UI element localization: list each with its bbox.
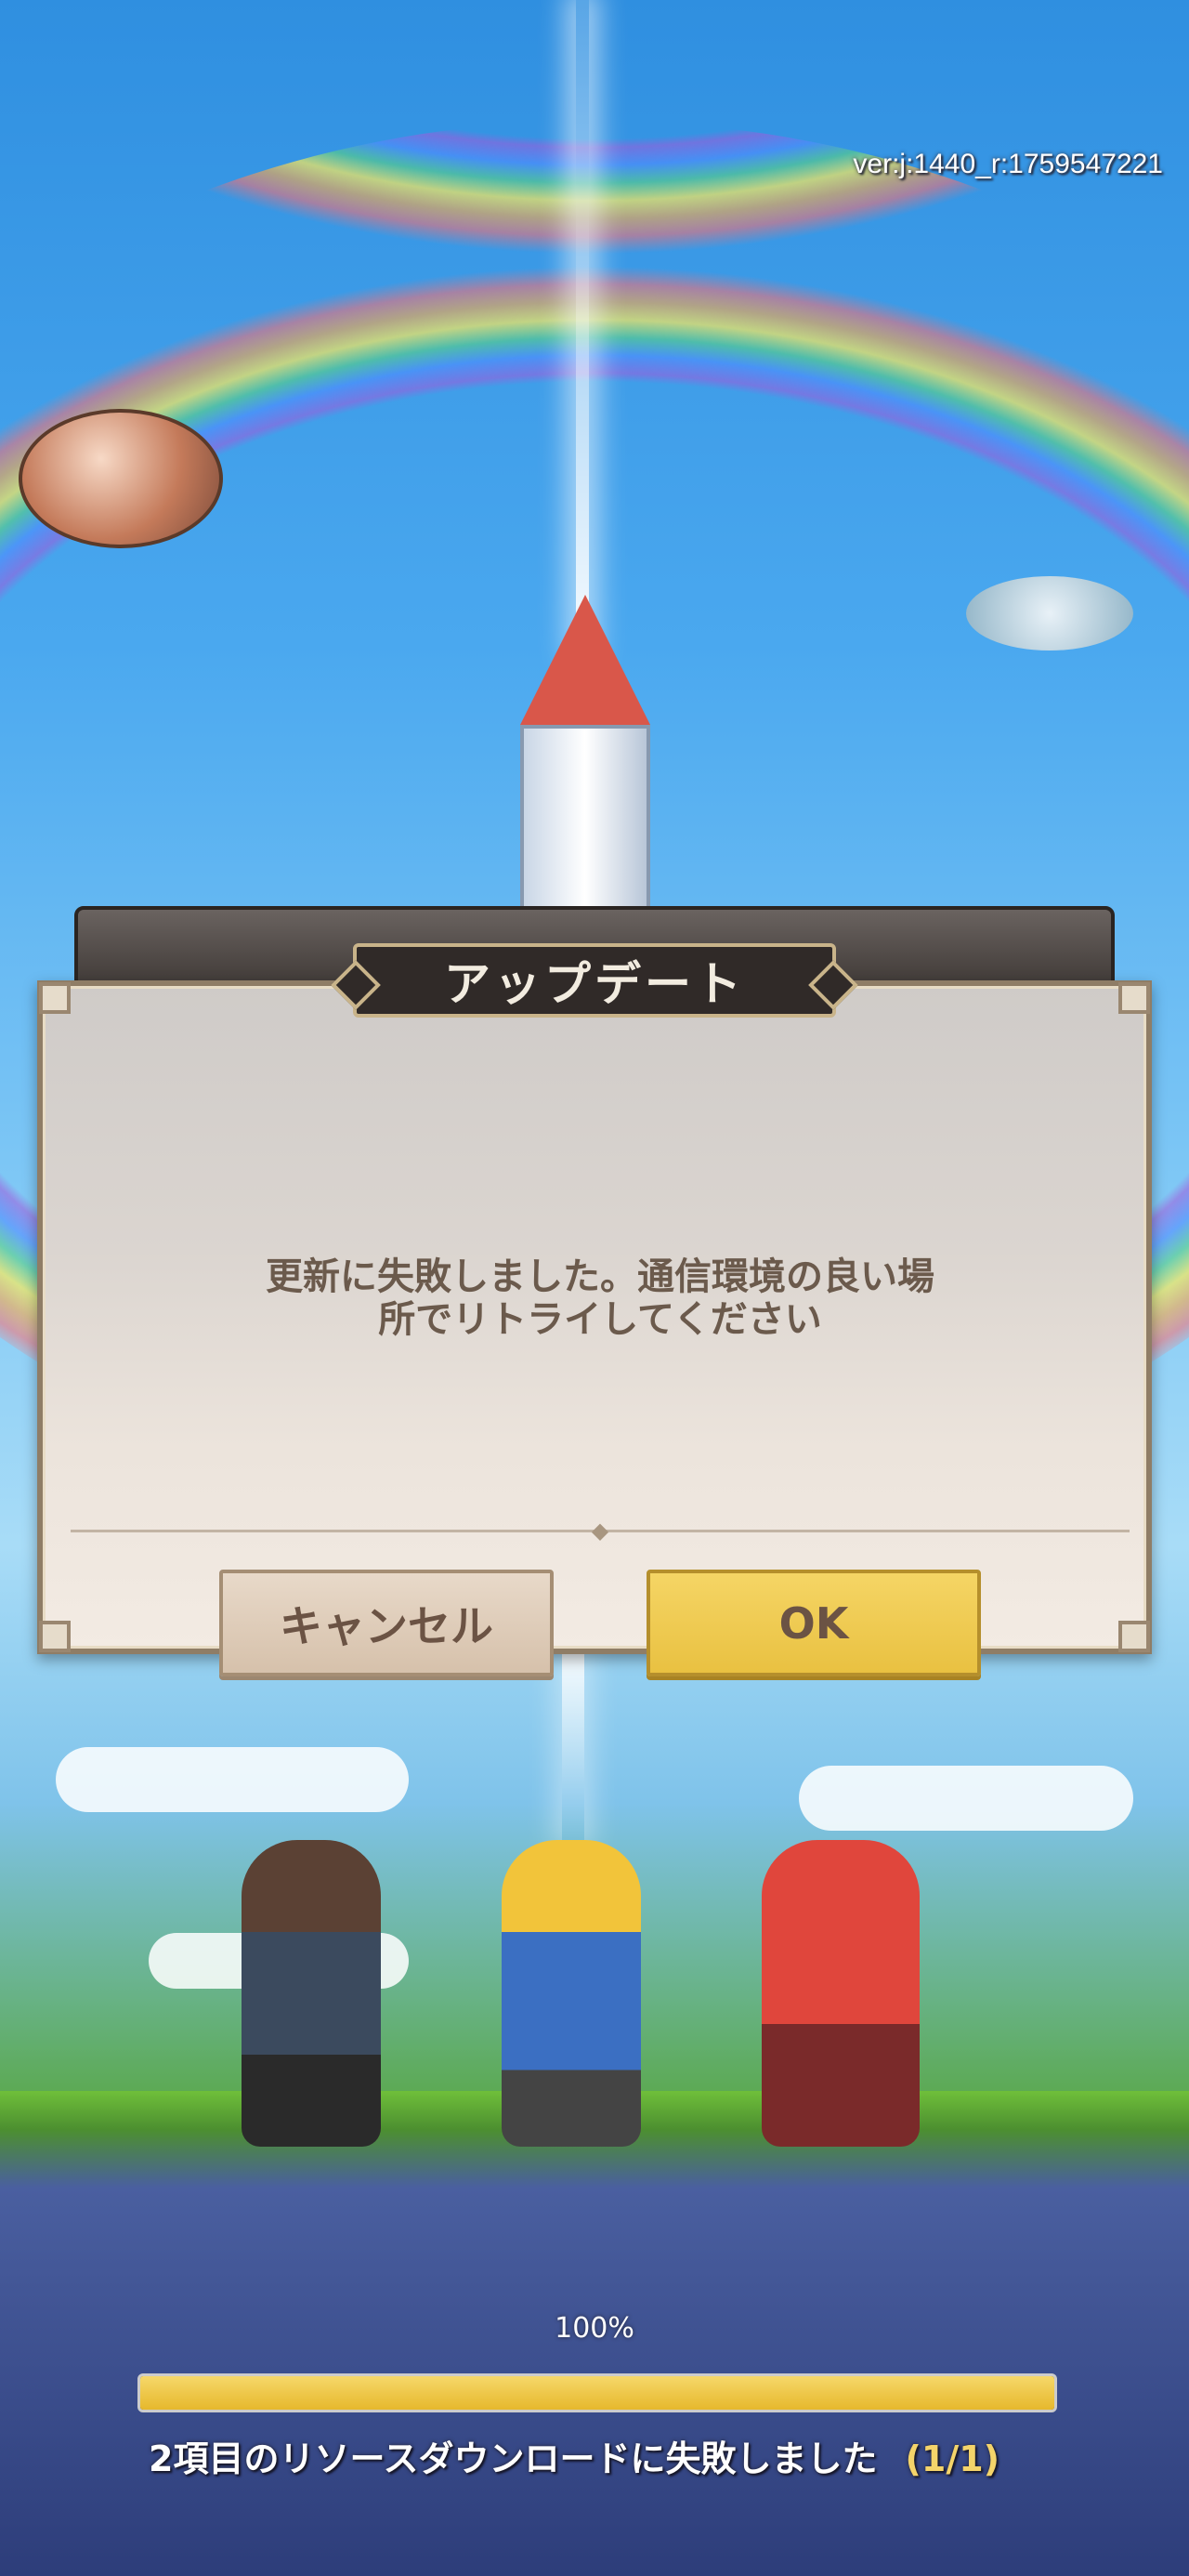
corner-ornament [39, 1621, 71, 1652]
light-beam [576, 0, 589, 651]
download-count: (1/1) [905, 2438, 1000, 2479]
progress-percent: 100% [555, 2312, 634, 2345]
version-label: ver:j:1440_r:1759547221 [853, 149, 1163, 179]
hero-swordsman [242, 1840, 381, 2147]
download-status: 2項目のリソースダウンロードに失敗しました (1/1) [149, 2430, 1000, 2481]
hero-knight [502, 1840, 641, 2147]
cloud [799, 1766, 1133, 1831]
update-dialog: 更新に失敗しました。通信環境の良い場 所でリトライしてください ◆ キャンセル … [37, 906, 1152, 1677]
progress-fill [140, 2376, 1054, 2410]
tower-body [520, 725, 650, 911]
castle-tower [492, 595, 678, 911]
dialog-message: 更新に失敗しました。通信環境の良い場 所でリトライしてください [117, 1255, 1083, 1341]
cloud [56, 1747, 409, 1812]
airship [19, 409, 223, 548]
download-status-text: 2項目のリソースダウンロードに失敗しました [149, 2438, 878, 2479]
floating-island [966, 576, 1133, 651]
corner-ornament [39, 982, 71, 1014]
hero-red-girl [762, 1840, 920, 2147]
tower-roof [520, 595, 650, 725]
dialog-title: アップデート [444, 957, 745, 1011]
corner-ornament [1118, 1621, 1150, 1652]
dialog-message-line2: 所でリトライしてください [378, 1298, 822, 1341]
dialog-body: 更新に失敗しました。通信環境の良い場 所でリトライしてください ◆ キャンセル … [37, 980, 1152, 1676]
corner-ornament [1118, 982, 1150, 1014]
light-beam-lower [562, 1654, 584, 1840]
dialog-message-line1: 更新に失敗しました。通信環境の良い場 [266, 1255, 934, 1298]
progress-bar [137, 2373, 1057, 2412]
ok-button[interactable]: OK [647, 1570, 981, 1676]
dialog-title-plate: アップデート [353, 943, 836, 1018]
divider-ornament-icon: ◆ [591, 1518, 609, 1544]
cancel-button[interactable]: キャンセル [219, 1570, 554, 1676]
